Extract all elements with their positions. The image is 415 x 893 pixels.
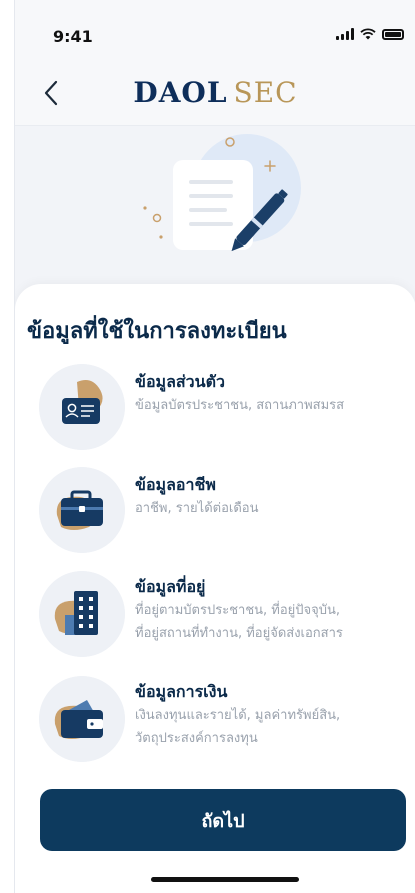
status-icons: [336, 28, 404, 40]
status-bar: 9:41: [15, 0, 415, 60]
wallet-icon: [39, 676, 125, 762]
item-description: ที่อยู่ตามบัตรประชาชน, ที่อยู่ปัจจุบัน, …: [135, 599, 407, 645]
item-title: ข้อมูลส่วนตัว: [135, 372, 225, 391]
status-time: 9:41: [53, 27, 93, 46]
brand-logo-part1: DAOL: [133, 76, 228, 109]
list-item-address: ข้อมูลที่อยู่ ที่อยู่ตามบัตรประชาชน, ที่…: [15, 571, 415, 661]
item-desc-line: เงินลงทุนและรายได้, มูลค่าทรัพย์สิน,: [135, 708, 341, 723]
list-item-occupation: ข้อมูลอาชีพ อาชีพ, รายได้ต่อเดือน: [15, 467, 415, 557]
item-desc-line: ข้อมูลบัตรประชาชน, สถานภาพสมรส: [135, 398, 345, 413]
item-description: อาชีพ, รายได้ต่อเดือน: [135, 497, 407, 520]
wifi-icon: [360, 28, 376, 40]
next-button[interactable]: ถัดไป: [40, 789, 406, 851]
app-frame: 9:41 DAOL SEC ข้อมูลที่ใช้ในการลงทะเบียน…: [14, 0, 415, 893]
document-illustration: [143, 134, 301, 252]
id-card-icon: [39, 364, 125, 450]
item-desc-line: วัตถุประสงค์การลงทุน: [135, 731, 258, 746]
building-icon: [39, 571, 125, 657]
signal-icon: [336, 28, 354, 40]
item-title: ข้อมูลการเงิน: [135, 682, 228, 701]
brand-logo-part2: SEC: [233, 76, 298, 109]
item-desc-line: ที่อยู่สถานที่ทำงาน, ที่อยู่จัดส่งเอกสาร: [135, 626, 343, 641]
brand-logo: DAOL SEC: [15, 76, 415, 109]
home-indicator: [151, 877, 299, 882]
registration-info-sheet: ข้อมูลที่ใช้ในการลงทะเบียน ข้อมูลส่วนตัว…: [15, 284, 415, 893]
item-desc-line: ที่อยู่ตามบัตรประชาชน, ที่อยู่ปัจจุบัน,: [135, 603, 341, 618]
briefcase-icon: [39, 467, 125, 553]
item-desc-line: อาชีพ, รายได้ต่อเดือน: [135, 501, 259, 516]
list-item-personal: ข้อมูลส่วนตัว ข้อมูลบัตรประชาชน, สถานภาพ…: [15, 364, 415, 454]
item-title: ข้อมูลที่อยู่: [135, 577, 206, 596]
item-title: ข้อมูลอาชีพ: [135, 475, 216, 494]
nav-bar: DAOL SEC: [15, 60, 415, 126]
page-title: ข้อมูลที่ใช้ในการลงทะเบียน: [27, 319, 287, 344]
item-description: เงินลงทุนและรายได้, มูลค่าทรัพย์สิน, วัต…: [135, 704, 407, 750]
item-description: ข้อมูลบัตรประชาชน, สถานภาพสมรส: [135, 394, 407, 417]
list-item-finance: ข้อมูลการเงิน เงินลงทุนและรายได้, มูลค่า…: [15, 676, 415, 766]
battery-icon: [382, 28, 404, 40]
